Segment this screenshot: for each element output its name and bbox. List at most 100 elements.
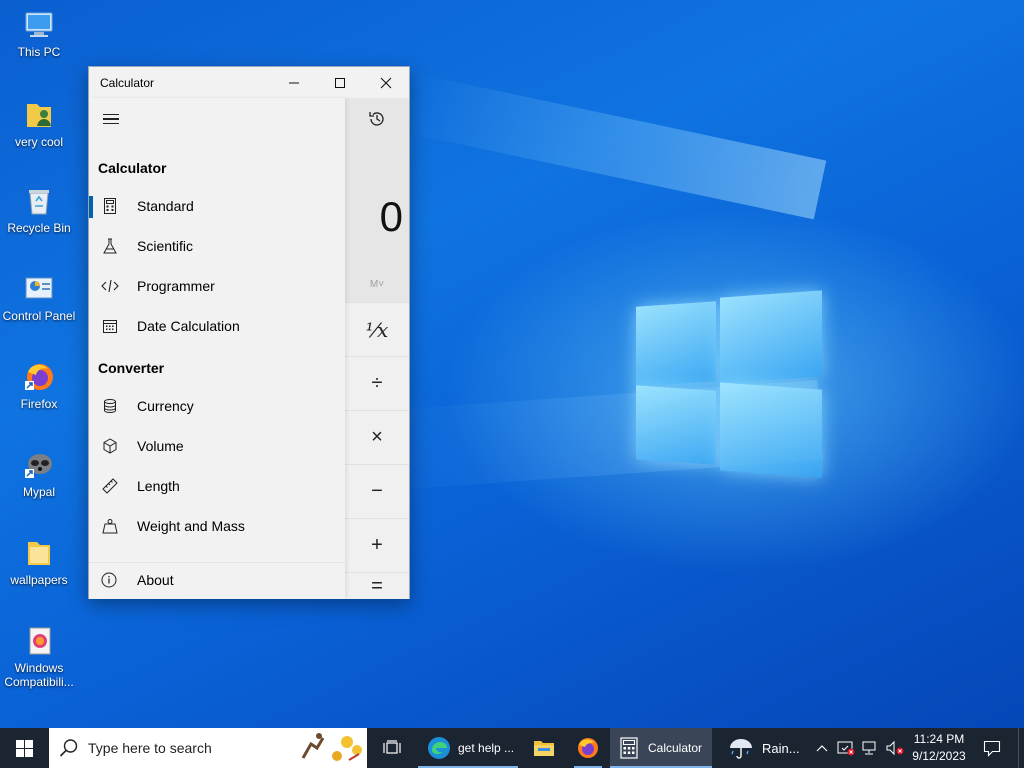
user-folder-icon [22,98,56,132]
nav-item-volume[interactable]: Volume [89,426,345,466]
desktop-icon-recycle-bin[interactable]: Recycle Bin [0,184,78,235]
minimize-icon [289,82,299,83]
nav-item-currency[interactable]: Currency [89,386,345,426]
desktop-icon-windows-compatibility[interactable]: Windows Compatibili... [0,624,78,689]
cube-icon [101,437,119,455]
minimize-button[interactable] [271,67,317,98]
navigation-list: Calculator Standard Scientific Programme… [89,98,345,564]
minus-key[interactable]: − [345,464,409,518]
result-display: 0 [379,193,403,240]
task-view-button[interactable] [378,728,406,768]
desktop-icon-label: Firefox [20,397,58,411]
taskbar-app-firefox[interactable] [568,728,608,768]
history-button[interactable] [345,98,409,140]
desktop-icon-label: Mypal [22,485,55,499]
divide-key[interactable]: ÷ [345,356,409,410]
taskbar-app-file-explorer[interactable] [524,728,564,768]
close-icon [380,77,392,88]
show-desktop-button[interactable] [1018,728,1024,768]
desktop-icon-label: This PC [17,45,61,59]
multiply-key[interactable]: × [345,410,409,464]
show-hidden-icons-button[interactable] [812,728,832,768]
notification-icon [983,740,1001,757]
section-heading-calculator: Calculator [98,160,167,176]
taskbar-weather-widget[interactable]: Rain... [726,728,804,768]
mypal-icon [22,448,56,482]
nav-item-scientific[interactable]: Scientific [89,226,345,266]
calculator-window: Calculator 0 M˅ ¹⁄x ÷ × − + = Calculator [88,66,410,599]
desktop-icon-label: Control Panel [2,309,76,323]
nav-item-label: Weight and Mass [137,518,245,534]
nav-item-weight-and-mass[interactable]: Weight and Mass [89,506,345,546]
calculator-icon [620,737,638,759]
nav-item-date-calculation[interactable]: Date Calculation [89,306,345,346]
maximize-button[interactable] [317,67,363,98]
section-heading-converter: Converter [98,360,165,376]
nav-item-programmer[interactable]: Programmer [89,266,345,306]
edge-icon [428,737,450,759]
windows-start-icon [15,739,33,757]
network-icon [862,741,876,755]
clock-date[interactable]: 9/12/2023 [906,749,972,763]
window-title: Calculator [100,76,155,90]
ruler-icon [101,477,119,495]
nav-item-label: Length [137,478,180,494]
desktop-icon-control-panel[interactable]: Control Panel [0,272,78,323]
folder-icon [22,536,56,570]
desktop-icon-very-cool[interactable]: very cool [0,98,78,149]
desktop-icon-wallpapers[interactable]: wallpapers [0,536,78,587]
navigation-pane: Calculator Standard Scientific Programme… [89,98,345,599]
file-explorer-icon [534,741,554,756]
title-bar[interactable]: Calculator [89,67,409,98]
chevron-up-icon [816,745,828,752]
nav-item-label: Volume [137,438,184,454]
nav-item-label: Currency [137,398,194,414]
security-alert-icon [837,741,855,756]
control-panel-icon [22,272,56,306]
desktop-icon-firefox[interactable]: Firefox [0,360,78,411]
nav-item-standard[interactable]: Standard [89,186,345,226]
tray-network-button[interactable] [860,728,880,768]
selection-indicator [89,196,93,218]
reciprocal-key[interactable]: ¹⁄x [345,302,409,356]
speaker-muted-icon [886,740,904,756]
taskbar-app-label: get help ... [458,741,515,755]
search-icon [59,739,78,757]
taskbar: Type here to search get help ... Calcula… [0,728,1024,768]
history-icon [369,112,384,126]
desktop-icon-label: very cool [14,135,64,149]
compatibility-icon [22,624,56,658]
memory-button[interactable]: M˅ [345,279,409,290]
calendar-icon [101,317,119,335]
search-placeholder: Type here to search [88,740,212,756]
windows-logo-wallpaper [636,290,824,480]
tray-volume-button[interactable] [884,728,906,768]
weight-icon [101,517,119,535]
desktop-icon-mypal[interactable]: Mypal [0,448,78,499]
code-icon [101,277,119,295]
taskbar-app-label: Calculator [648,741,703,755]
taskbar-app-edge[interactable]: get help ... [418,728,518,768]
calculator-icon [101,197,119,215]
task-view-icon [383,740,401,754]
nav-item-label: Programmer [137,278,215,294]
about-button[interactable]: About [89,562,345,599]
close-button[interactable] [363,67,409,98]
hamburger-menu-button[interactable] [97,106,125,132]
start-button[interactable] [0,728,48,768]
plus-key[interactable]: + [345,518,409,572]
nav-item-label: Date Calculation [137,318,240,334]
search-highlight-illustration-icon [289,728,367,768]
clock-time[interactable]: 11:24 PM [906,732,972,746]
recycle-bin-icon [22,184,56,218]
maximize-icon [335,77,345,88]
nav-item-length[interactable]: Length [89,466,345,506]
desktop-icon-this-pc[interactable]: This PC [0,8,78,59]
taskbar-search-box[interactable]: Type here to search [49,728,367,768]
taskbar-app-calculator[interactable]: Calculator [610,728,712,768]
tray-security-button[interactable] [836,728,856,768]
equals-key[interactable]: = [345,572,409,599]
about-label: About [137,572,174,588]
desktop-icon-label: Windows Compatibili... [4,661,74,689]
action-center-button[interactable] [978,728,1006,768]
